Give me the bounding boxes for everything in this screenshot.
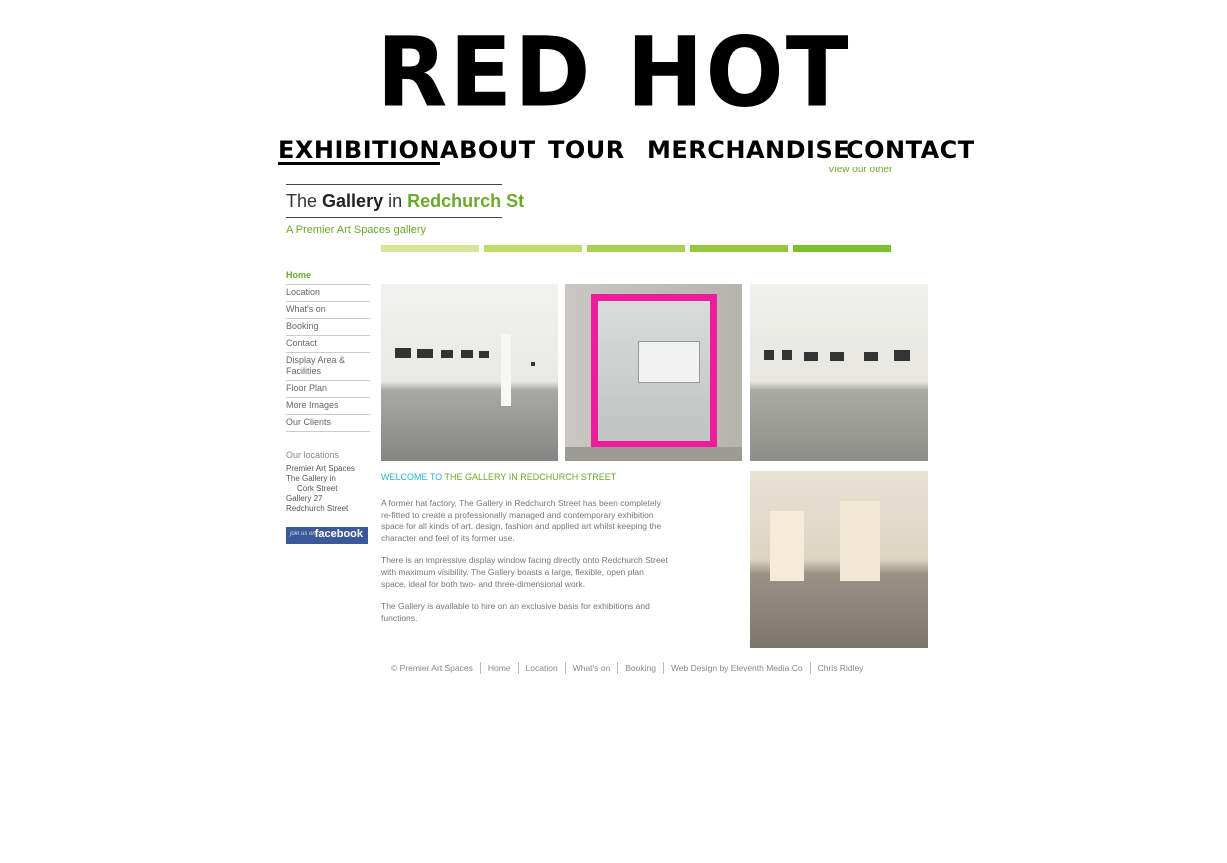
artwork-frame [531,362,535,366]
gallery-photo-interior-1[interactable] [381,284,558,461]
artwork-frame [441,350,453,358]
artwork-frame [830,352,844,361]
logo-gallery: Gallery [322,191,384,211]
intro-paragraph-1: A former hat factory, The Gallery in Red… [381,498,662,543]
footer-link-chris-ridley[interactable]: Chris Ridley [809,662,871,674]
artwork-row [395,346,545,366]
artwork-frame [782,350,792,360]
nav-exhibition[interactable]: EXHIBITION [278,134,440,166]
side-nav-more-images[interactable]: More Images [286,398,370,415]
logo-wordmark: The Gallery in Redchurch St [286,184,524,218]
footer-link-whats-on[interactable]: What's on [564,662,618,674]
artwork-frame [894,350,910,361]
gallery-logo[interactable]: The Gallery in Redchurch St A Premier Ar… [286,184,524,236]
wall-light [840,501,880,581]
site-title: RED HOT [376,16,851,129]
facebook-logo-text: facebook [314,528,363,540]
logo-in: in [388,191,403,211]
gallery-photo-shopfront[interactable] [565,284,742,461]
intro-paragraph-2: There is an impressive display window fa… [381,555,668,589]
logo-street: Redchurch St [407,191,525,211]
location-redchurch-street[interactable]: Redchurch Street [286,504,376,514]
location-gallery-27[interactable]: Gallery 27 [286,494,376,504]
nav-merchandise[interactable]: MERCHANDISE [647,134,850,166]
side-nav-whats-on[interactable]: What's on [286,302,370,319]
welcome-heading: WELCOME TO THE GALLERY IN REDCHURCH STRE… [381,472,616,482]
logo-the: The [286,191,318,211]
facebook-badge[interactable]: join us on facebook [286,527,368,544]
nav-tour[interactable]: TOUR [548,134,625,166]
side-nav-floor-plan[interactable]: Floor Plan [286,381,370,398]
welcome-gallery-name: THE GALLERY IN REDCHURCH STREET [444,472,617,482]
footer-link-web-design[interactable]: Web Design by Eleventh Media Co [662,662,810,674]
artwork-frame [864,352,878,361]
facebook-join-text: join us on [290,531,316,537]
footer-link-location[interactable]: Location [517,662,565,674]
side-nav-contact[interactable]: Contact [286,336,370,353]
pillar [501,334,511,406]
gallery-photo-interior-3[interactable] [750,471,928,648]
locations-list: Our locations Premier Art Spaces The Gal… [286,450,376,514]
location-cork-street[interactable]: Cork Street [286,484,376,494]
top-nav: EXHIBITION ABOUT TOUR MERCHANDISE CONTAC… [0,134,1227,168]
pavement [565,447,742,461]
locations-heading: Our locations [286,450,340,460]
footer-link-booking[interactable]: Booking [617,662,663,674]
artwork-frame [764,350,774,360]
window-panel [638,341,700,383]
artwork-frame [479,351,489,358]
logo-tagline: A Premier Art Spaces gallery [286,224,427,236]
side-nav: Home Location What's on Booking Contact … [286,268,370,432]
stripe-1 [381,245,479,252]
artwork-frame [461,350,473,358]
stripe-3 [587,245,685,252]
artwork-row [764,350,924,361]
display-window [591,294,717,448]
intro-text: A former hat factory, The Gallery in Red… [381,498,671,635]
intro-paragraph-3: The Gallery is available to hire on an e… [381,601,650,623]
side-nav-home[interactable]: Home [286,268,370,285]
other-galleries-link[interactable]: View our other galleries > [828,167,928,177]
side-nav-location[interactable]: Location [286,285,370,302]
artwork-frame [804,352,818,361]
side-nav-our-clients[interactable]: Our Clients [286,415,370,432]
footer-copyright: © Premier Art Spaces [391,663,473,673]
stripe-5 [793,245,891,252]
other-galleries-label: View our other galleries > [828,167,893,175]
artwork-frame [395,348,411,358]
stripe-4 [690,245,788,252]
footer: © Premier Art Spaces Home Location What's o… [391,662,911,674]
nav-about[interactable]: ABOUT [440,134,536,166]
location-premier-art-spaces[interactable]: Premier Art Spaces [286,464,376,474]
side-nav-booking[interactable]: Booking [286,319,370,336]
footer-link-home[interactable]: Home [479,662,518,674]
color-stripes [381,245,892,252]
nav-contact[interactable]: CONTACT [846,134,975,166]
stripe-2 [484,245,582,252]
gallery-photo-interior-2[interactable] [750,284,928,461]
artwork-frame [417,349,433,358]
welcome-prefix: WELCOME TO [381,472,443,482]
side-nav-display-area[interactable]: Display Area & Facilities [286,353,370,381]
location-gallery-in[interactable]: The Gallery in [286,474,376,484]
wall-light [770,511,804,581]
